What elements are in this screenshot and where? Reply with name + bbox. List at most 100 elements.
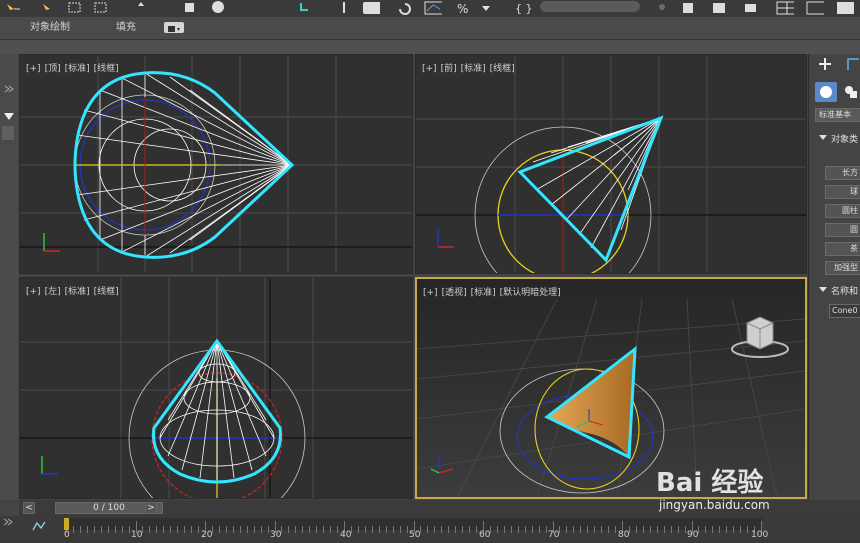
rollout-collapse-icon[interactable] (819, 134, 827, 142)
viewport-top-label[interactable]: [+] [顶] [标准] [线框] (26, 61, 123, 74)
viewcube-icon[interactable] (725, 309, 795, 361)
render-setup-icon[interactable] (680, 1, 698, 15)
double-chevron-icon[interactable] (3, 84, 15, 94)
axis-gizmo (43, 233, 60, 252)
expand-icon[interactable] (836, 1, 854, 15)
graph-editor-icon[interactable] (424, 1, 442, 15)
named-selection-field[interactable] (540, 1, 640, 12)
cylinder-button[interactable]: 圆柱 (825, 204, 860, 218)
dropdown-arrow-icon[interactable] (3, 111, 15, 121)
teapot-button[interactable]: 茶 (825, 242, 860, 256)
vp-menu[interactable]: [+] (422, 64, 437, 74)
panel-toggle-icon[interactable] (806, 1, 824, 15)
select-region-icon[interactable] (66, 1, 84, 15)
object-type-header[interactable]: 对象类 (831, 132, 858, 145)
geometry-sphere-icon (820, 86, 832, 98)
viewport-left-label[interactable]: [+] [左] [标准] [线框] (26, 284, 123, 297)
viewport-left[interactable]: [+] [左] [标准] [线框] (19, 277, 413, 499)
enhanced-button[interactable]: 加强型 (825, 261, 860, 275)
main-toolbar: % { } (0, 0, 860, 18)
create-plus-icon[interactable] (817, 56, 833, 72)
double-chevron-icon[interactable] (2, 517, 14, 527)
viewport-front[interactable]: [+] [前] [标准] [线框] (415, 54, 807, 274)
vp-view[interactable]: [左] (45, 287, 61, 297)
vp-mode[interactable]: [线框] (490, 64, 515, 74)
prev-frame-button[interactable]: < (23, 502, 35, 514)
baidu-watermark-logo: Bai 经验 (656, 468, 764, 498)
object-name-input[interactable]: Cone0 (829, 304, 860, 318)
sphere-button[interactable]: 球 (825, 185, 860, 199)
viewport-layout-icon[interactable] (776, 1, 794, 15)
percent-snap-icon[interactable]: % (456, 1, 474, 15)
viewport-front-label[interactable]: [+] [前] [标准] [线框] (422, 61, 519, 74)
scale-icon[interactable] (182, 1, 200, 15)
tick-label: 60 (479, 530, 491, 540)
modify-icon[interactable] (845, 56, 860, 72)
tick-label: 80 (618, 530, 630, 540)
curly-braces-icon[interactable]: { } (514, 1, 532, 15)
vp-view[interactable]: [前] (441, 64, 457, 74)
viewport-front-scene (416, 55, 806, 273)
torus-button[interactable]: 圆 (825, 223, 860, 237)
tick-label: 40 (340, 530, 352, 540)
vp-mode[interactable]: [默认明暗处理] (500, 288, 561, 298)
select-link-icon[interactable] (4, 1, 22, 15)
move-icon[interactable] (132, 1, 150, 15)
tick-label: 100 (751, 530, 769, 540)
tick-label: 70 (548, 530, 560, 540)
unlink-icon[interactable] (40, 1, 58, 15)
tick-label: 0 (64, 530, 70, 540)
category-dropdown[interactable]: 标准基本 (815, 108, 860, 122)
next-frame-button[interactable]: > (145, 502, 157, 514)
viewport-perspective-label[interactable]: [+] [透视] [标准] [默认明暗处理] (423, 285, 565, 298)
vp-mode[interactable]: [线框] (94, 64, 119, 74)
timeline-track: 0 10 20 30 40 50 60 70 80 90 100 (0, 516, 860, 543)
svg-text:%: % (457, 2, 468, 15)
material-editor-icon[interactable] (656, 1, 674, 15)
axis-gizmo (41, 456, 58, 475)
tick-label: 20 (201, 530, 213, 540)
timeline-ticks[interactable] (64, 518, 762, 533)
chevron-down-icon (168, 26, 180, 32)
undo-icon[interactable] (396, 1, 414, 15)
vp-shading[interactable]: [标准] (65, 64, 90, 74)
name-color-header[interactable]: 名称和 (831, 284, 858, 297)
tick-label: 90 (687, 530, 699, 540)
vp-menu[interactable]: [+] (26, 287, 41, 297)
window-crossing-icon[interactable] (92, 1, 110, 15)
fill-tab[interactable]: 填充 (116, 17, 136, 39)
snap-icon[interactable] (296, 1, 314, 15)
vp-view[interactable]: [顶] (45, 64, 61, 74)
vp-menu[interactable]: [+] (26, 64, 41, 74)
object-paint-tab[interactable]: 对象绘制 (30, 17, 70, 39)
vp-shading[interactable]: [标准] (461, 64, 486, 74)
baidu-watermark-url: jingyan.baidu.com (659, 498, 770, 512)
sphere-icon[interactable] (210, 1, 228, 15)
vp-menu[interactable]: [+] (423, 288, 438, 298)
align-icon[interactable] (362, 1, 380, 15)
render-icon[interactable] (742, 1, 760, 15)
vp-mode[interactable]: [线框] (94, 287, 119, 297)
svg-text:{ }: { } (515, 2, 532, 15)
axis-gizmo (437, 229, 454, 248)
box-button[interactable]: 长方 (825, 166, 860, 180)
vp-shading[interactable]: [标准] (65, 287, 90, 297)
viewport-top[interactable]: [+] [顶] [标准] [线框] (19, 54, 413, 274)
ribbon-tabs: 对象绘制 填充 (0, 17, 860, 40)
command-panel: 标准基本 对象类 长方 球 圆柱 圆 茶 加强型 名称和 Cone0 (808, 54, 860, 500)
time-cursor[interactable] (64, 518, 69, 530)
geometry-tab[interactable] (815, 82, 837, 102)
curve-editor-icon[interactable] (32, 520, 46, 532)
left-strip (0, 54, 19, 500)
tick-label: 50 (409, 530, 421, 540)
vp-view[interactable]: [透视] (442, 288, 467, 298)
render-frame-icon[interactable] (710, 1, 728, 15)
shapes-icon[interactable] (843, 84, 859, 100)
fill-dropdown[interactable] (164, 22, 184, 33)
vp-shading[interactable]: [标准] (471, 288, 496, 298)
chevron-down-icon[interactable] (480, 1, 498, 15)
rollout-collapse-icon[interactable] (819, 286, 827, 294)
left-strip-button[interactable] (2, 126, 14, 140)
viewport-left-scene (20, 278, 412, 498)
mirror-icon[interactable] (336, 1, 354, 15)
